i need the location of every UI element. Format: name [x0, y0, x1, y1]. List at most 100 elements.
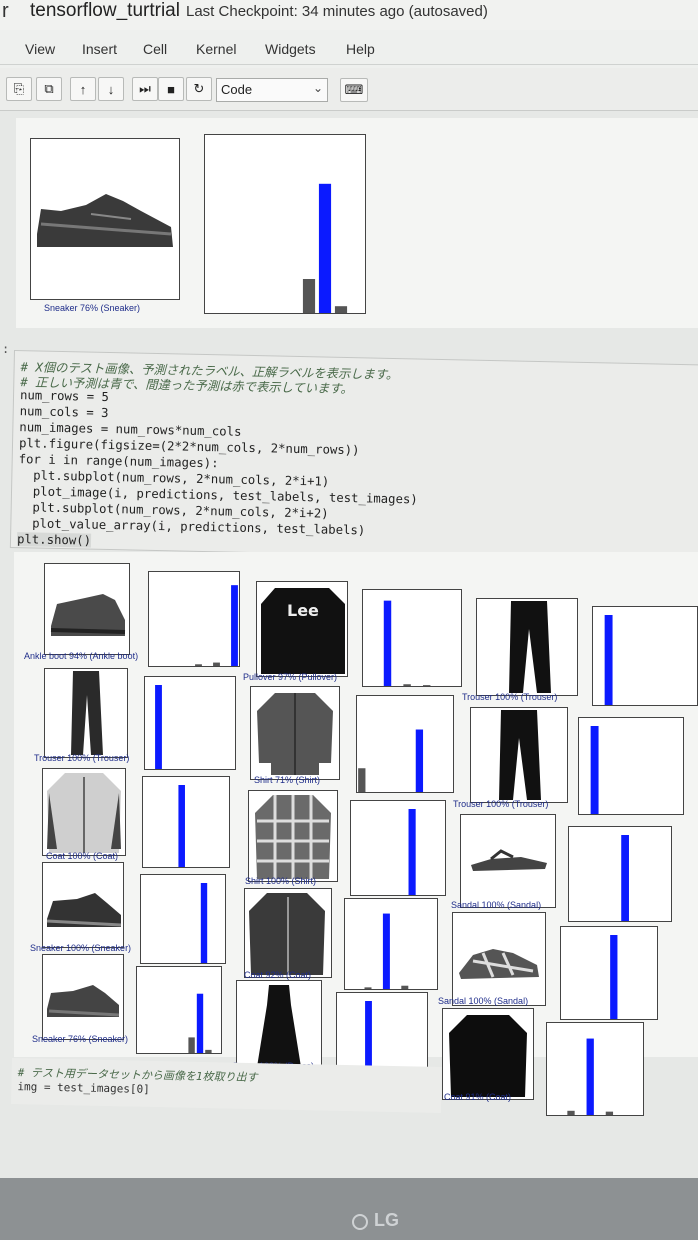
grid-chart-9 — [568, 826, 672, 922]
grid-chart-7 — [142, 776, 230, 868]
value-bar-chart — [610, 935, 618, 1019]
bar-class-7 — [196, 993, 204, 1053]
grid-image-13 — [42, 954, 124, 1040]
grid-chart-2 — [362, 589, 462, 687]
grid-label-13: Sneaker 76% (Sneaker) — [32, 1034, 129, 1044]
sneaker-drawing — [47, 985, 120, 1017]
trouser-drawing — [499, 710, 541, 800]
grid-label-3: Trouser 100% (Trouser) — [462, 692, 558, 702]
bar-class-4 — [403, 684, 411, 686]
bar-class-1 — [590, 726, 599, 814]
grid-image-5 — [250, 686, 340, 780]
dress-drawing — [257, 985, 301, 1067]
grid-label-4: Trouser 100% (Trouser) — [34, 753, 130, 763]
grid-label-11: Coat 92% (Coat) — [244, 970, 312, 980]
value-bar-chart — [408, 809, 416, 895]
grid-chart-1 — [148, 571, 240, 667]
value-bar-chart — [383, 600, 431, 686]
bar-class-5 — [621, 835, 629, 921]
code-line: img = test_images[0] — [17, 1080, 150, 1096]
grid-chart-6 — [578, 717, 684, 815]
sandal-drawing — [471, 849, 547, 871]
grid-label-15: Coat 91% (Coat) — [444, 1092, 512, 1102]
grid-label-6: Trouser 100% (Trouser) — [453, 799, 549, 809]
grid-label-12: Sandal 100% (Sandal) — [438, 996, 529, 1006]
value-bar-chart — [567, 1038, 614, 1115]
pullover-drawing: Lee — [261, 588, 345, 674]
grid-image-2: Lee — [256, 581, 348, 677]
prediction-grid: Ankle boot 94% (Ankle boot) Lee Pullover… — [0, 0, 698, 1178]
bar-class-7 — [213, 662, 220, 666]
bar-class-0 — [358, 768, 366, 792]
grid-chart-8 — [350, 800, 446, 896]
bar-class-6 — [408, 809, 416, 895]
grid-image-8 — [248, 790, 338, 882]
value-bar-chart — [358, 729, 424, 792]
grid-image-15 — [442, 1008, 534, 1100]
bar-class-2 — [567, 1110, 575, 1115]
jupyter-screen: r tensorflow_turtrial Last Checkpoint: 3… — [0, 0, 698, 1178]
bar-class-2 — [383, 600, 392, 686]
coat-drawing — [449, 1015, 527, 1097]
value-bar-chart — [364, 913, 409, 989]
grid-image-4 — [44, 668, 128, 758]
grid-chart-13 — [136, 966, 222, 1054]
bar-class-5 — [610, 935, 618, 1019]
next-code-cell[interactable]: # テスト用データセットから画像を1枚取り出す img = test_image… — [11, 1058, 442, 1113]
coat-drawing — [47, 773, 121, 853]
grid-label-1: Ankle boot 94% (Ankle boot) — [24, 651, 139, 661]
sandal-drawing — [459, 949, 539, 979]
pullover-logo-text: Lee — [287, 601, 319, 620]
bar-class-4 — [178, 785, 185, 867]
value-bar-chart — [178, 785, 185, 867]
grid-image-1 — [44, 563, 130, 655]
grid-label-7: Coat 100% (Coat) — [46, 851, 119, 861]
grid-label-5: Shirt 71% (Shirt) — [254, 775, 321, 785]
bar-class-1 — [604, 615, 613, 705]
shirt-drawing — [257, 693, 333, 775]
grid-label-9: Sandal 100% (Sandal) — [451, 900, 542, 910]
trouser-drawing — [509, 601, 551, 693]
value-bar-chart — [195, 585, 238, 666]
sneaker-drawing — [46, 893, 122, 927]
bar-class-6 — [605, 1111, 614, 1115]
bar-class-6 — [401, 985, 409, 989]
lg-brand-logo: LG — [374, 1210, 399, 1230]
bar-class-2 — [364, 987, 372, 989]
value-bar-chart — [604, 615, 613, 705]
grid-image-11 — [244, 888, 332, 978]
value-bar-chart — [590, 726, 599, 814]
grid-image-6 — [470, 707, 568, 803]
coat-drawing — [249, 893, 325, 975]
grid-label-2: Pullover 97% (Pullover) — [243, 672, 338, 682]
grid-chart-4 — [144, 676, 236, 770]
grid-chart-15 — [546, 1022, 644, 1116]
trouser-drawing — [71, 671, 103, 755]
bar-class-4 — [382, 913, 390, 989]
grid-image-10 — [42, 862, 124, 948]
bar-class-1 — [155, 685, 162, 769]
grid-image-14 — [236, 980, 322, 1070]
grid-chart-5 — [356, 695, 454, 793]
grid-image-12 — [452, 912, 546, 1006]
ankle-boot-drawing — [50, 594, 126, 636]
bar-class-4 — [586, 1038, 594, 1115]
bar-class-6 — [188, 1037, 195, 1053]
bar-class-7 — [200, 883, 208, 963]
monitor-bezel — [0, 1178, 698, 1240]
value-bar-chart — [155, 685, 162, 769]
grid-chart-12 — [560, 926, 658, 1020]
value-bar-chart — [200, 883, 208, 963]
bar-class-5 — [195, 664, 202, 666]
plaid-shirt-drawing — [255, 795, 331, 879]
value-bar-chart — [621, 835, 629, 921]
bar-class-6 — [415, 729, 424, 792]
value-bar-chart — [188, 993, 212, 1053]
grid-chart-3 — [592, 606, 698, 706]
grid-image-7 — [42, 768, 126, 856]
grid-label-10: Sneaker 100% (Sneaker) — [30, 943, 132, 953]
bar-class-6 — [422, 685, 431, 686]
grid-chart-10 — [140, 874, 226, 964]
grid-image-3 — [476, 598, 578, 696]
grid-chart-11 — [344, 898, 438, 990]
